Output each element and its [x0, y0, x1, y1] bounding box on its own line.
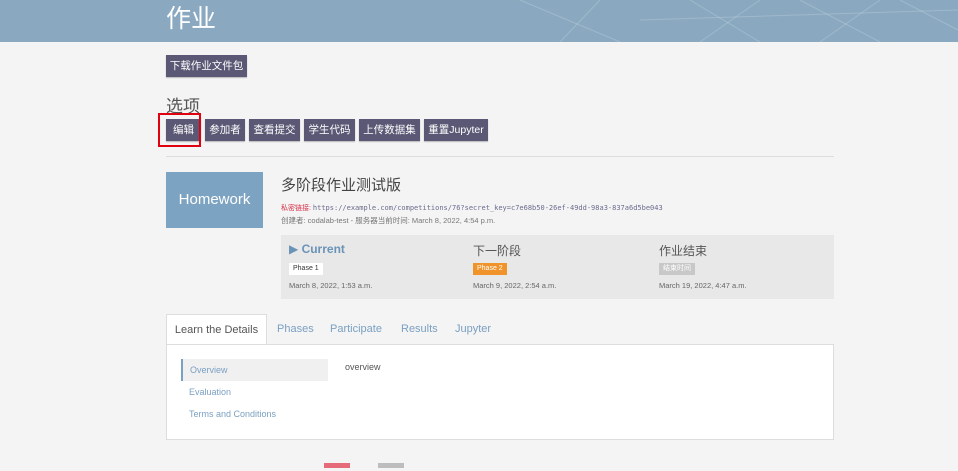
reset-jupyter-button[interactable]: 重置Jupyter: [424, 119, 488, 141]
competition-title: 多阶段作业测试版: [281, 177, 402, 194]
upload-dataset-button[interactable]: 上传数据集: [359, 119, 420, 141]
page-title: 作业: [166, 5, 217, 33]
tab-participate[interactable]: Participate: [330, 314, 382, 345]
tab-phases[interactable]: Phases: [277, 314, 314, 345]
phase-next-heading: 下一阶段: [473, 244, 522, 258]
sidebar-item-evaluation[interactable]: Evaluation: [189, 387, 231, 397]
phase-end-badge: 结束时间: [659, 263, 695, 275]
footer-badge-gray: [378, 463, 404, 468]
phase-current-heading: ▶ Current: [289, 242, 345, 256]
phase-end-date: March 19, 2022, 4:47 a.m.: [659, 281, 747, 290]
footer-badge-red: [324, 463, 350, 468]
view-submissions-button[interactable]: 查看提交: [249, 119, 300, 141]
tab-jupyter[interactable]: Jupyter: [455, 314, 491, 345]
edit-highlight-box: [158, 113, 201, 147]
secret-link-line: 私密链接: https://example.com/competitions/7…: [281, 203, 663, 213]
details-panel: Overview Evaluation Terms and Conditions…: [166, 344, 834, 440]
participants-button[interactable]: 参加者: [205, 119, 245, 141]
secret-link-label: 私密链接:: [281, 205, 311, 212]
student-code-button[interactable]: 学生代码: [304, 119, 355, 141]
sidebar-item-terms[interactable]: Terms and Conditions: [189, 409, 276, 419]
phase-2-badge: Phase 2: [473, 263, 507, 275]
tabs-bar: Learn the Details Phases Participate Res…: [166, 314, 834, 345]
phase-1-date: March 8, 2022, 1:53 a.m.: [289, 281, 373, 290]
overview-content: overview: [345, 362, 381, 372]
divider: [166, 156, 834, 157]
creator-line: 创建者: codalab-test - 服务器当前时间: March 8, 20…: [281, 216, 496, 225]
secret-link-url[interactable]: https://example.com/competitions/76?secr…: [313, 204, 663, 212]
tab-learn-details[interactable]: Learn the Details: [166, 314, 267, 345]
competition-logo: Homework: [166, 172, 263, 228]
phase-2-date: March 9, 2022, 2:54 a.m.: [473, 281, 557, 290]
phase-1-badge: Phase 1: [289, 263, 323, 275]
download-package-button[interactable]: 下载作业文件包: [166, 55, 247, 77]
phase-end-heading: 作业结束: [659, 244, 708, 258]
header-pattern: [519, 0, 958, 42]
sidebar-item-overview[interactable]: Overview: [181, 359, 328, 381]
tab-results[interactable]: Results: [401, 314, 438, 345]
phases-panel: ▶ Current Phase 1 March 8, 2022, 1:53 a.…: [281, 235, 834, 299]
page-header: 作业: [0, 0, 958, 42]
